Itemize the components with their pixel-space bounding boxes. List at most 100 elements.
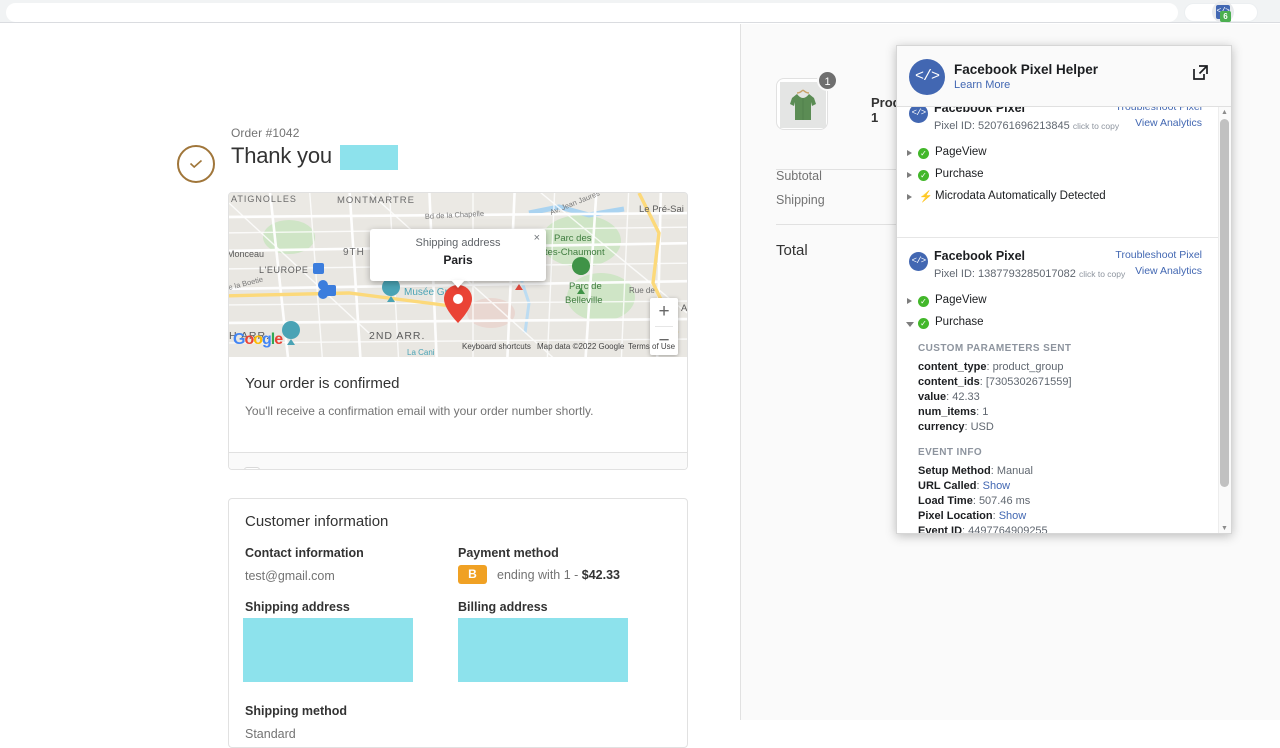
order-confirmed-body: Your order is confirmed You'll receive a…: [229, 357, 687, 436]
address-bar[interactable]: [6, 3, 1178, 22]
shipping-label: Shipping: [776, 193, 825, 207]
event-label: Microdata Automatically Detected: [935, 190, 1106, 202]
payment-card-badge: B: [458, 565, 487, 584]
shipping-method-value: Standard: [245, 727, 296, 741]
chevron-right-icon[interactable]: [907, 172, 912, 178]
page-root: Order #1042 Thank you ATIGNOLLES MONTMAR…: [0, 24, 1280, 748]
svg-text:2ND ARR.: 2ND ARR.: [369, 330, 425, 342]
quantity-badge: 1: [817, 70, 838, 91]
troubleshoot-pixel-link[interactable]: Troubleshoot Pixel: [1115, 249, 1202, 261]
event-info-event-id: Event ID: 4497764909255: [918, 525, 1048, 534]
contact-information-value: test@gmail.com: [245, 569, 335, 583]
pixel-id[interactable]: Pixel ID: 1387793285017082 click to copy: [934, 268, 1125, 280]
pixel-helper-header: </> Facebook Pixel Helper Learn More: [897, 46, 1231, 107]
param-content-type: content_type: product_group: [918, 361, 1064, 373]
facebook-pixel-helper-logo-icon: </>: [909, 59, 945, 95]
view-analytics-link[interactable]: View Analytics: [1135, 265, 1202, 277]
external-link-icon[interactable]: [1192, 64, 1209, 86]
keyboard-shortcuts-link[interactable]: Keyboard shortcuts: [462, 342, 531, 351]
svg-text:A: A: [681, 303, 687, 314]
chevron-right-icon[interactable]: [907, 194, 912, 200]
billing-address-label: Billing address: [458, 600, 548, 614]
chevron-down-icon[interactable]: [906, 322, 914, 330]
payment-method-value: ending with 1 - $42.33: [497, 568, 620, 582]
billing-address-redacted: [458, 618, 628, 682]
order-number: Order #1042: [231, 126, 300, 140]
svg-text:ATIGNOLLES: ATIGNOLLES: [231, 194, 297, 204]
scroll-down-arrow-icon[interactable]: ▼: [1219, 525, 1230, 532]
lightning-bolt-icon: ⚡: [919, 191, 933, 203]
event-label: Purchase: [935, 168, 984, 180]
svg-text:Parc des: Parc des: [554, 233, 592, 244]
event-row-pageview[interactable]: ✓ PageView: [897, 146, 1218, 162]
pixel-name: Facebook Pixel: [934, 249, 1026, 263]
bubble-city: Paris: [443, 253, 473, 267]
shipping-address-map[interactable]: ATIGNOLLES MONTMARTRE Bd de la Chapelle …: [229, 193, 687, 357]
status-ok-icon: ✓: [918, 148, 929, 159]
event-row-microdata[interactable]: ⚡ Microdata Automatically Detected: [897, 190, 1218, 206]
status-ok-icon: ✓: [918, 318, 929, 329]
custom-parameters-heading: CUSTOM PARAMETERS SENT: [918, 343, 1072, 354]
svg-text:L'EUROPE: L'EUROPE: [259, 265, 309, 275]
browser-toolbar: </> 6: [0, 0, 1280, 23]
contact-information-label: Contact information: [245, 546, 364, 560]
view-analytics-link[interactable]: View Analytics: [1135, 117, 1202, 129]
facebook-pixel-helper-popup: </> Facebook Pixel Pixel ID: 52076169621…: [896, 45, 1232, 534]
pixel-logo-icon: </>: [909, 252, 928, 271]
tshirt-icon: [780, 82, 826, 128]
divider: [897, 237, 1218, 238]
pixel-helper-title: Facebook Pixel Helper: [954, 62, 1099, 77]
payment-amount: $42.33: [581, 568, 621, 582]
svg-text:Parc de: Parc de: [569, 281, 602, 292]
bubble-title: Shipping address: [415, 237, 501, 249]
pixel-logo-icon: </>: [909, 107, 928, 123]
event-row-purchase[interactable]: ✓ Purchase: [897, 168, 1218, 184]
show-pixel-location-link[interactable]: Show: [999, 510, 1027, 522]
google-logo: Google: [233, 331, 283, 348]
scroll-up-arrow-icon[interactable]: ▲: [1219, 109, 1230, 116]
copy-hint: click to copy: [1072, 121, 1120, 131]
param-value: value: 42.33: [918, 391, 980, 403]
chevron-right-icon[interactable]: [907, 298, 912, 304]
show-url-link[interactable]: Show: [983, 480, 1011, 492]
checkout-main-column: Order #1042 Thank you ATIGNOLLES MONTMAR…: [0, 24, 740, 748]
zoom-in-button[interactable]: +: [650, 298, 678, 326]
troubleshoot-pixel-link[interactable]: Troubleshoot Pixel: [1115, 107, 1202, 113]
svg-text:MONTMARTRE: MONTMARTRE: [337, 195, 415, 206]
pixel-id[interactable]: Pixel ID: 520761696213845 click to copy: [934, 120, 1119, 132]
subtotal-label: Subtotal: [776, 169, 822, 183]
payment-method-label: Payment method: [458, 546, 559, 560]
svg-text:Rue de: Rue de: [629, 286, 655, 295]
param-currency: currency: USD: [918, 421, 994, 433]
shipping-method-label: Shipping method: [245, 704, 348, 718]
customer-information-title: Customer information: [245, 513, 389, 530]
event-label: PageView: [935, 294, 987, 306]
event-row-purchase[interactable]: ✓ Purchase: [897, 316, 1218, 332]
event-info-pixel-location: Pixel Location: Show: [918, 510, 1027, 522]
thank-you-text: Thank you: [231, 143, 332, 168]
newsletter-checkbox[interactable]: [244, 467, 260, 469]
svg-text:Monceau: Monceau: [229, 249, 264, 259]
event-row-pageview[interactable]: ✓ PageView: [897, 294, 1218, 310]
event-info-load-time: Load Time: 507.46 ms: [918, 495, 1031, 507]
newsletter-checkbox-label: Email me with news and offers: [273, 468, 442, 469]
scrollbar-thumb[interactable]: [1220, 119, 1229, 487]
svg-text:Belleville: Belleville: [565, 295, 603, 306]
order-confirmed-card: ATIGNOLLES MONTMARTRE Bd de la Chapelle …: [228, 192, 688, 470]
newsletter-optin-row[interactable]: Email me with news and offers: [229, 452, 687, 469]
order-confirmed-heading: Your order is confirmed: [245, 375, 400, 392]
pixel-list-scroll-area: </> Facebook Pixel Pixel ID: 52076169621…: [897, 107, 1231, 534]
param-num-items: num_items: 1: [918, 406, 989, 418]
map-data-attribution: Map data ©2022 Google: [537, 342, 625, 351]
customer-name-redacted: [339, 144, 398, 170]
chevron-right-icon[interactable]: [907, 150, 912, 156]
event-info-url-called: URL Called: Show: [918, 480, 1011, 492]
close-icon[interactable]: ×: [534, 232, 540, 244]
svg-text:La Cani: La Cani: [407, 348, 435, 357]
learn-more-link[interactable]: Learn More: [954, 79, 1010, 91]
event-info-setup-method: Setup Method: Manual: [918, 465, 1033, 477]
terms-of-use-link[interactable]: Terms of Use: [628, 342, 675, 351]
event-label: PageView: [935, 146, 987, 158]
extension-badge-count: 6: [1220, 11, 1231, 22]
svg-text:uttes-Chaumont: uttes-Chaumont: [537, 247, 605, 258]
